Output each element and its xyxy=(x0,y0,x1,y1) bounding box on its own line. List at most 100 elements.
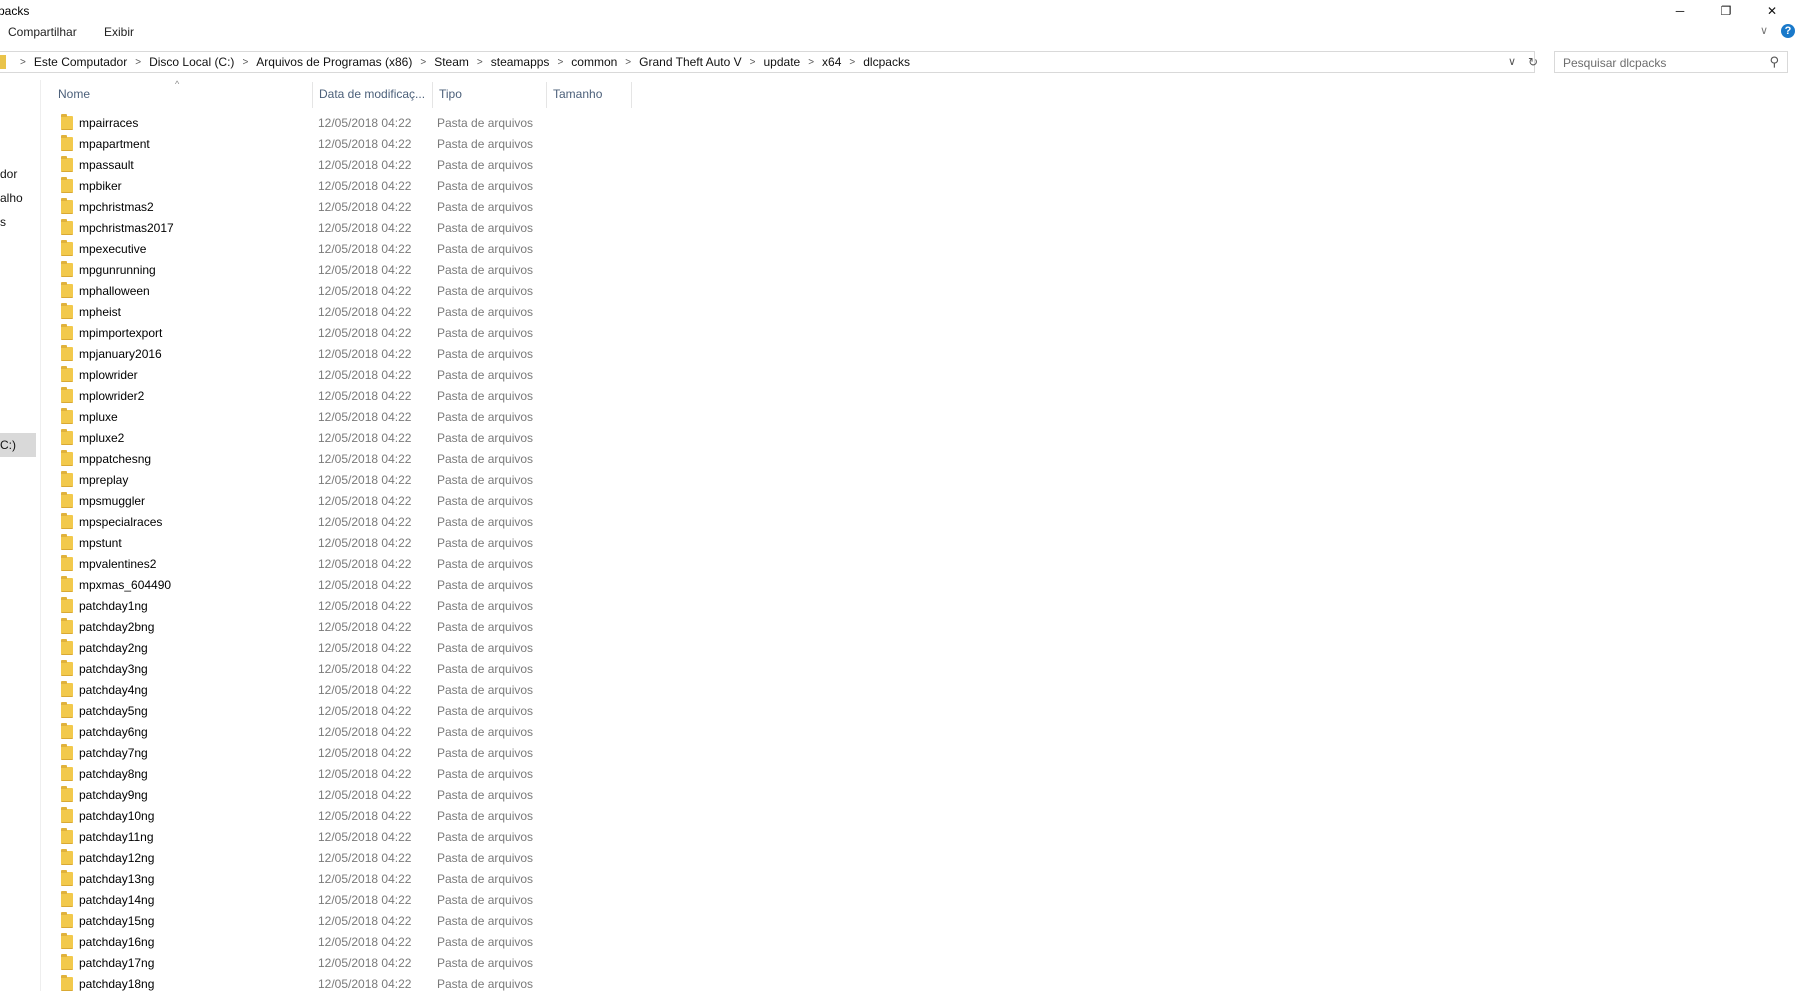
breadcrumb-x64[interactable]: x64 xyxy=(822,55,841,69)
file-type: Pasta de arquivos xyxy=(437,431,534,445)
file-row[interactable]: mpchristmas2017 12/05/2018 04:22 Pasta de … xyxy=(58,218,558,239)
window-title: packs xyxy=(0,4,30,18)
breadcrumb-common[interactable]: common xyxy=(571,55,617,69)
file-row[interactable]: mpimportexport 12/05/2018 04:22 Pasta de a… xyxy=(58,323,558,344)
nav-item[interactable]: s xyxy=(0,215,36,229)
file-row[interactable]: mpchristmas2 12/05/2018 04:22 Pasta de arq… xyxy=(58,197,558,218)
title-bar: packs ─ ❐ ✕ xyxy=(0,0,1798,22)
file-row[interactable]: patchday2ng 12/05/2018 04:22 Pasta de arqu… xyxy=(58,638,558,659)
file-row[interactable]: patchday15ng 12/05/2018 04:22 Pasta de arq… xyxy=(58,911,558,932)
file-date: 12/05/2018 04:22 xyxy=(318,662,412,676)
file-row[interactable]: mpvalentines2 12/05/2018 04:22 Pasta de ar… xyxy=(58,554,558,575)
file-row[interactable]: patchday17ng 12/05/2018 04:22 Pasta de arq… xyxy=(58,953,558,974)
file-row[interactable]: mphalloween 12/05/2018 04:22 Pasta de arqu… xyxy=(58,281,558,302)
file-row[interactable]: mpsmuggler 12/05/2018 04:22 Pasta de arqui… xyxy=(58,491,558,512)
breadcrumb-arquivos-de-programas[interactable]: Arquivos de Programas (x86) xyxy=(256,55,412,69)
file-row[interactable]: mpheist 12/05/2018 04:22 Pasta de arquivos xyxy=(58,302,558,323)
file-row[interactable]: mplowrider 12/05/2018 04:22 Pasta de arqui… xyxy=(58,365,558,386)
file-row[interactable]: mpgunrunning 12/05/2018 04:22 Pasta de arq… xyxy=(58,260,558,281)
file-name: patchday2ng xyxy=(79,641,148,655)
file-row[interactable]: patchday6ng 12/05/2018 04:22 Pasta de arqu… xyxy=(58,722,558,743)
search-box[interactable]: Pesquisar dlcpacks ⚲ xyxy=(1554,51,1788,73)
restore-button[interactable]: ❐ xyxy=(1703,0,1749,22)
file-row[interactable]: patchday13ng 12/05/2018 04:22 Pasta de arq… xyxy=(58,869,558,890)
file-row[interactable]: patchday14ng 12/05/2018 04:22 Pasta de arq… xyxy=(58,890,558,911)
chevron-right-icon[interactable]: > xyxy=(557,57,563,68)
nav-item[interactable]: alho xyxy=(0,191,36,205)
file-type: Pasta de arquivos xyxy=(437,893,534,907)
breadcrumb-disco-local[interactable]: Disco Local (C:) xyxy=(149,55,234,69)
nav-item[interactable]: dor xyxy=(0,167,36,181)
column-divider[interactable] xyxy=(546,82,547,108)
file-row[interactable]: mpspecialraces 12/05/2018 04:22 Pasta de a… xyxy=(58,512,558,533)
file-row[interactable]: mpairraces 12/05/2018 04:22 Pasta de arqui… xyxy=(58,113,558,134)
file-row[interactable]: mpreplay 12/05/2018 04:22 Pasta de arquivo… xyxy=(58,470,558,491)
file-row[interactable]: mpjanuary2016 12/05/2018 04:22 Pasta de ar… xyxy=(58,344,558,365)
column-header-date[interactable]: Data de modificaç... xyxy=(319,87,425,101)
file-type: Pasta de arquivos xyxy=(437,158,534,172)
file-row[interactable]: patchday4ng 12/05/2018 04:22 Pasta de arqu… xyxy=(58,680,558,701)
column-divider[interactable] xyxy=(631,82,632,108)
file-row[interactable]: patchday9ng 12/05/2018 04:22 Pasta de arqu… xyxy=(58,785,558,806)
tab-compartilhar[interactable]: Compartilhar xyxy=(8,25,77,39)
refresh-icon[interactable]: ↻ xyxy=(1528,55,1538,69)
help-icon[interactable]: ? xyxy=(1781,24,1795,38)
folder-icon xyxy=(61,576,73,592)
file-row[interactable]: mppatchesng 12/05/2018 04:22 Pasta de arqu… xyxy=(58,449,558,470)
file-row[interactable]: mpassault 12/05/2018 04:22 Pasta de arquiv… xyxy=(58,155,558,176)
file-row[interactable]: patchday7ng 12/05/2018 04:22 Pasta de arqu… xyxy=(58,743,558,764)
column-header-type[interactable]: Tipo xyxy=(439,87,462,101)
file-row[interactable]: mpbiker 12/05/2018 04:22 Pasta de arquivos xyxy=(58,176,558,197)
file-row[interactable]: mpxmas_604490 12/05/2018 04:22 Pasta de ar… xyxy=(58,575,558,596)
address-bar[interactable]: > Este Computador > Disco Local (C:) > A… xyxy=(0,51,1538,73)
breadcrumb-dlcpacks[interactable]: dlcpacks xyxy=(863,55,910,69)
column-header-name[interactable]: Nome xyxy=(58,87,90,101)
breadcrumb-steamapps[interactable]: steamapps xyxy=(491,55,550,69)
column-divider[interactable] xyxy=(432,82,433,108)
chevron-right-icon[interactable]: > xyxy=(242,57,248,68)
file-date: 12/05/2018 04:22 xyxy=(318,599,412,613)
chevron-right-icon[interactable]: > xyxy=(750,57,756,68)
column-header-size[interactable]: Tamanho xyxy=(553,87,602,101)
breadcrumb-gta-v[interactable]: Grand Theft Auto V xyxy=(639,55,742,69)
file-row[interactable]: mpexecutive 12/05/2018 04:22 Pasta de arqu… xyxy=(58,239,558,260)
file-name: patchday7ng xyxy=(79,746,148,760)
file-row[interactable]: mpluxe 12/05/2018 04:22 Pasta de arquivos xyxy=(58,407,558,428)
file-row[interactable]: mpstunt 12/05/2018 04:22 Pasta de arquivos xyxy=(58,533,558,554)
file-row[interactable]: mpluxe2 12/05/2018 04:22 Pasta de arquivos xyxy=(58,428,558,449)
breadcrumb-este-computador[interactable]: Este Computador xyxy=(34,55,127,69)
chevron-right-icon[interactable]: > xyxy=(420,57,426,68)
close-button[interactable]: ✕ xyxy=(1749,0,1795,22)
chevron-down-icon[interactable]: ∨ xyxy=(1508,55,1516,68)
breadcrumb-steam[interactable]: Steam xyxy=(434,55,469,69)
file-name: patchday15ng xyxy=(79,914,155,928)
file-row[interactable]: mplowrider2 12/05/2018 04:22 Pasta de arqu… xyxy=(58,386,558,407)
file-row[interactable]: patchday1ng 12/05/2018 04:22 Pasta de arqu… xyxy=(58,596,558,617)
chevron-right-icon[interactable]: > xyxy=(849,57,855,68)
breadcrumb-update[interactable]: update xyxy=(764,55,801,69)
chevron-right-icon[interactable]: > xyxy=(477,57,483,68)
file-row[interactable]: patchday8ng 12/05/2018 04:22 Pasta de arqu… xyxy=(58,764,558,785)
chevron-right-icon[interactable]: > xyxy=(20,57,26,68)
chevron-right-icon[interactable]: > xyxy=(625,57,631,68)
file-row[interactable]: patchday16ng 12/05/2018 04:22 Pasta de arq… xyxy=(58,932,558,953)
search-input[interactable]: Pesquisar dlcpacks xyxy=(1563,56,1666,70)
column-divider[interactable] xyxy=(312,82,313,108)
nav-item-disco-local[interactable]: C:) xyxy=(0,438,36,452)
file-row[interactable]: patchday18ng 12/05/2018 04:22 Pasta de arq… xyxy=(58,974,558,995)
expand-ribbon-icon[interactable]: ∨ xyxy=(1760,24,1768,37)
file-row[interactable]: patchday3ng 12/05/2018 04:22 Pasta de arqu… xyxy=(58,659,558,680)
tab-exibir[interactable]: Exibir xyxy=(104,25,134,39)
file-row[interactable]: patchday5ng 12/05/2018 04:22 Pasta de arqu… xyxy=(58,701,558,722)
file-row[interactable]: patchday2bng 12/05/2018 04:22 Pasta de arq… xyxy=(58,617,558,638)
minimize-button[interactable]: ─ xyxy=(1657,0,1703,22)
chevron-right-icon[interactable]: > xyxy=(135,57,141,68)
file-date: 12/05/2018 04:22 xyxy=(318,221,412,235)
file-row[interactable]: patchday11ng 12/05/2018 04:22 Pasta de arq… xyxy=(58,827,558,848)
chevron-right-icon[interactable]: > xyxy=(808,57,814,68)
file-row[interactable]: patchday12ng 12/05/2018 04:22 Pasta de arq… xyxy=(58,848,558,869)
file-row[interactable]: mpapartment 12/05/2018 04:22 Pasta de arqu… xyxy=(58,134,558,155)
file-type: Pasta de arquivos xyxy=(437,872,534,886)
search-icon[interactable]: ⚲ xyxy=(1769,54,1779,70)
file-row[interactable]: patchday10ng 12/05/2018 04:22 Pasta de arq… xyxy=(58,806,558,827)
